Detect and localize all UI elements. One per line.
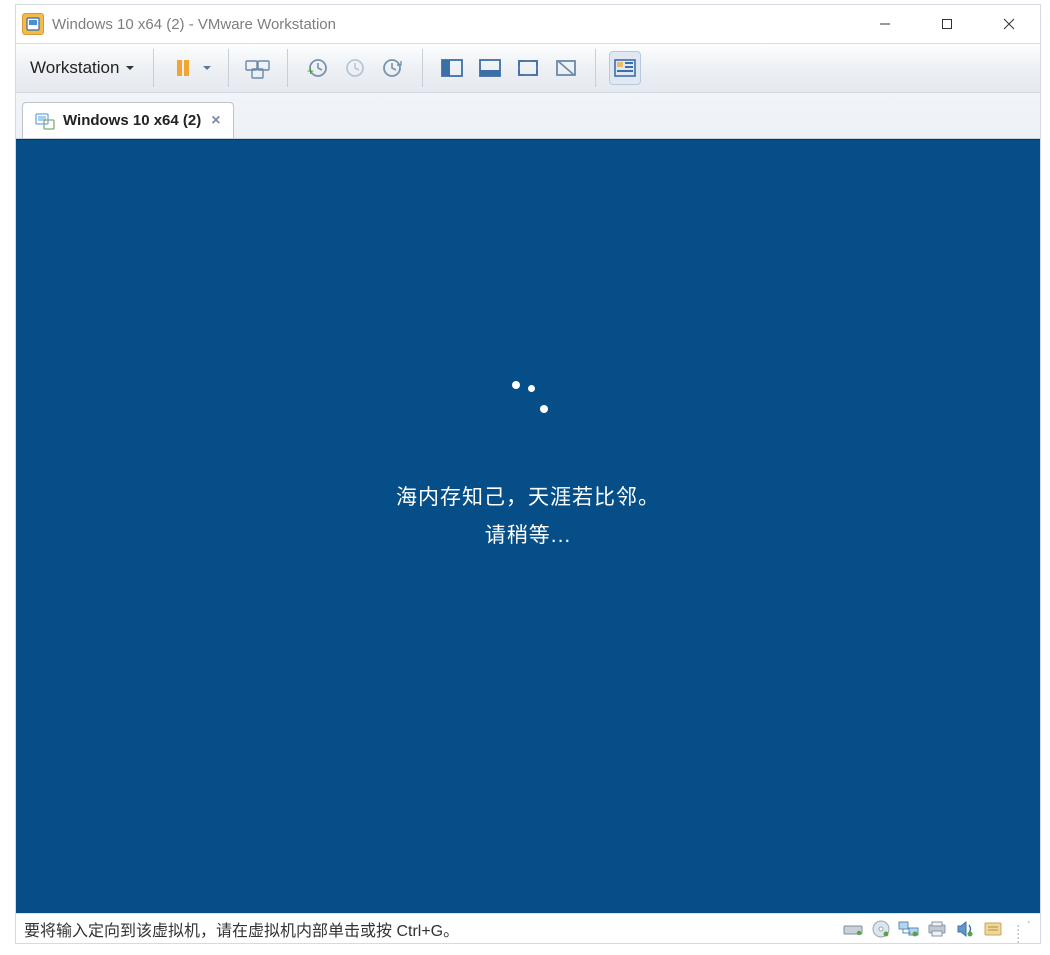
console-view-button[interactable] [474,51,506,85]
spinner-icon [498,381,558,441]
vm-tab-windows10[interactable]: Windows 10 x64 (2) × [22,102,234,138]
statusbar: 要将输入定向到该虚拟机，请在虚拟机内部单击或按 Ctrl+G。 .. .. . … [16,913,1040,943]
vm-tab-icon [35,111,55,131]
power-dropdown-icon[interactable] [202,61,212,76]
close-button[interactable] [978,6,1040,42]
vmware-workstation-window: Windows 10 x64 (2) - VMware Workstation … [15,4,1041,944]
loading-overlay: 海内存知己，天涯若比邻。 请稍等... [16,381,1040,549]
cdrom-icon[interactable] [870,918,892,940]
toolbar-separator [153,49,154,87]
snapshot-revert-button[interactable] [339,51,371,85]
toolbar-separator [595,49,596,87]
toolbar: Workstation + [16,43,1040,93]
close-tab-icon[interactable]: × [211,113,220,129]
status-message: 要将输入定向到该虚拟机，请在虚拟机内部单击或按 Ctrl+G。 [24,917,842,941]
toolbar-separator [422,49,423,87]
svg-text:+: + [307,64,314,78]
sound-icon[interactable] [954,918,976,940]
window-controls [854,6,1040,42]
minimize-button[interactable] [854,6,916,42]
snapshot-take-button[interactable]: + [301,51,333,85]
resize-grip-icon[interactable]: .. .. . . [1016,917,1032,941]
fit-guest-button[interactable] [436,51,468,85]
loading-text-line1: 海内存知己，天涯若比邻。 [16,481,1040,511]
window-title: Windows 10 x64 (2) - VMware Workstation [52,16,854,33]
unity-button[interactable] [550,51,582,85]
vmware-app-icon [22,13,44,35]
loading-text-line2: 请稍等... [16,519,1040,549]
toolbar-separator [228,49,229,87]
workstation-menu[interactable]: Workstation [22,54,143,82]
send-cad-button[interactable] [242,51,274,85]
toolbar-separator [287,49,288,87]
vm-tab-label: Windows 10 x64 (2) [63,112,201,129]
vm-screen[interactable]: 海内存知己，天涯若比邻。 请稍等... [16,139,1040,913]
library-button[interactable] [609,51,641,85]
snapshot-manager-button[interactable] [377,51,409,85]
harddisk-icon[interactable] [842,918,864,940]
tab-strip: Windows 10 x64 (2) × [16,93,1040,139]
network-icon[interactable] [898,918,920,940]
menu-caret-icon [125,58,135,78]
titlebar[interactable]: Windows 10 x64 (2) - VMware Workstation [16,5,1040,43]
maximize-button[interactable] [916,6,978,42]
printer-icon[interactable] [926,918,948,940]
fullscreen-button[interactable] [512,51,544,85]
workstation-menu-label: Workstation [30,58,119,78]
status-icons: .. .. . . [842,917,1032,941]
pause-button[interactable] [167,51,199,85]
message-log-icon[interactable] [982,918,1004,940]
